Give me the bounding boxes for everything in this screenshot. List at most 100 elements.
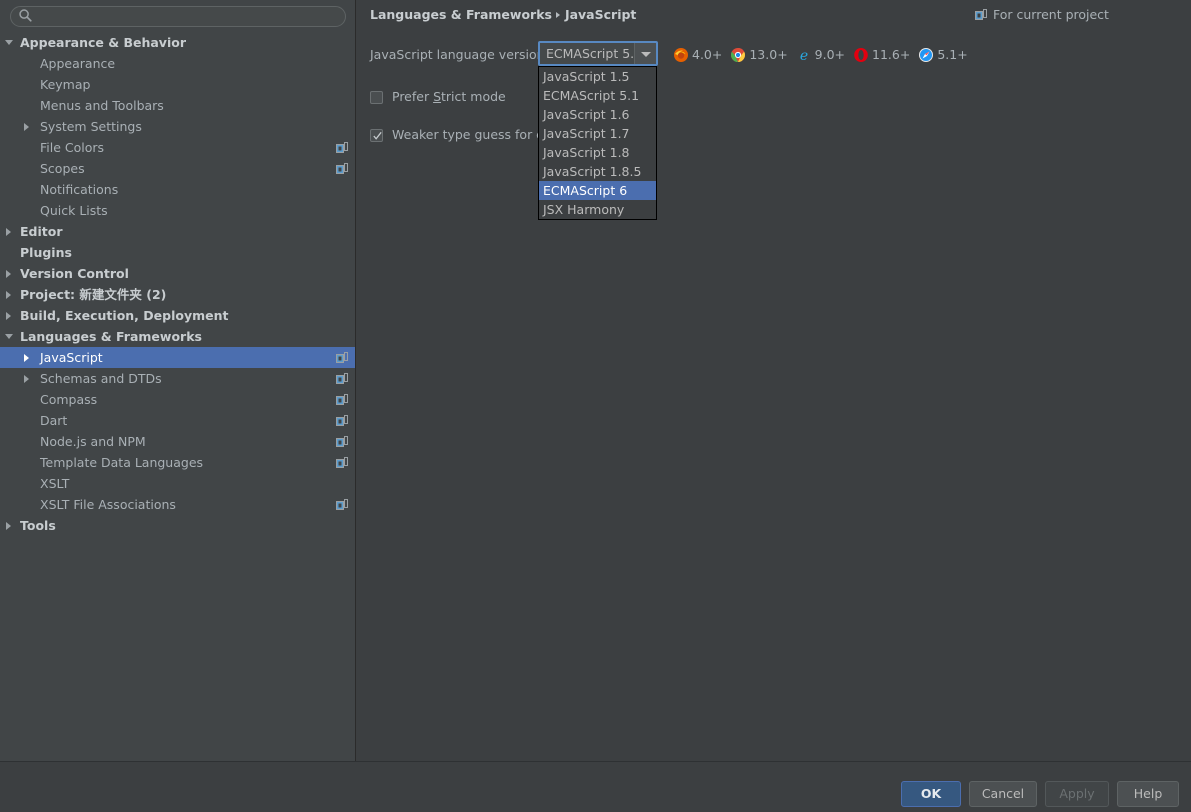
- module-icon: [336, 415, 348, 426]
- sidebar-item-dart[interactable]: Dart: [0, 410, 355, 431]
- checkmark-icon: [373, 131, 382, 140]
- sidebar-item-javascript[interactable]: JavaScript: [0, 347, 355, 368]
- chevron-right-icon[interactable]: [6, 522, 11, 530]
- dropdown-option[interactable]: JavaScript 1.7: [539, 124, 656, 143]
- browser-badge: 11.6+: [853, 44, 910, 63]
- module-icon: [336, 457, 348, 468]
- sidebar-item-label: Version Control: [20, 266, 129, 281]
- sidebar-item-editor[interactable]: Editor: [0, 221, 355, 242]
- browser-badge: 5.1+: [918, 44, 968, 63]
- sidebar-item-scopes[interactable]: Scopes: [0, 158, 355, 179]
- settings-sidebar: Appearance & Behavior Appearance Keymap Men…: [0, 0, 356, 762]
- browser-version: 11.6+: [872, 46, 911, 62]
- combobox-arrow-button[interactable]: [634, 43, 656, 64]
- sidebar-item-label: Notifications: [40, 182, 119, 197]
- chevron-right-icon[interactable]: [6, 270, 11, 278]
- dropdown-option[interactable]: JavaScript 1.8.5: [539, 162, 656, 181]
- sidebar-item-file-colors[interactable]: File Colors: [0, 137, 355, 158]
- internet-explorer-icon: e: [796, 47, 812, 64]
- browser-badge: 4.0+: [673, 44, 722, 63]
- dropdown-option[interactable]: JavaScript 1.6: [539, 105, 656, 124]
- language-version-combobox[interactable]: ECMAScript 5.1: [538, 41, 658, 66]
- module-icon: [336, 163, 348, 174]
- sidebar-item-label: Tools: [20, 518, 56, 533]
- sidebar-item-template-data-languages[interactable]: Template Data Languages: [0, 452, 355, 473]
- scope-label: For current project: [993, 7, 1109, 22]
- checkbox-label: Weaker type guess for c: [392, 127, 544, 142]
- chevron-right-icon[interactable]: [6, 228, 11, 236]
- cancel-button[interactable]: Cancel: [969, 781, 1037, 807]
- sidebar-item-appearance[interactable]: Appearance: [0, 53, 355, 74]
- search-box[interactable]: [10, 5, 346, 27]
- sidebar-item-label: Appearance: [40, 56, 116, 71]
- chrome-icon: [730, 47, 746, 63]
- chevron-right-icon[interactable]: [6, 291, 11, 299]
- language-version-dropdown-list[interactable]: JavaScript 1.5 ECMAScript 5.1 JavaScript 1…: [538, 66, 657, 220]
- sidebar-item-label: File Colors: [40, 140, 105, 155]
- browser-badge: 13.0+: [730, 44, 788, 63]
- sidebar-item-xslt-file-associations[interactable]: XSLT File Associations: [0, 494, 355, 515]
- sidebar-item-label: Build, Execution, Deployment: [20, 308, 229, 323]
- dialog-footer: OK Cancel Apply Help: [0, 762, 1191, 812]
- sidebar-item-keymap[interactable]: Keymap: [0, 74, 355, 95]
- chevron-right-icon[interactable]: [6, 312, 11, 320]
- module-icon: [336, 373, 348, 384]
- breadcrumb-root: Languages & Frameworks: [370, 7, 552, 22]
- checkbox-box[interactable]: [370, 91, 383, 104]
- sidebar-item-version-control[interactable]: Version Control: [0, 263, 355, 284]
- chevron-right-icon[interactable]: [24, 375, 29, 383]
- sidebar-item-compass[interactable]: Compass: [0, 389, 355, 410]
- dropdown-option[interactable]: JavaScript 1.5: [539, 67, 656, 86]
- chevron-down-icon: [641, 52, 651, 57]
- ok-button[interactable]: OK: [901, 781, 961, 807]
- sidebar-item-label: Scopes: [40, 161, 85, 176]
- chevron-right-icon[interactable]: [24, 354, 29, 362]
- sidebar-item-plugins[interactable]: Plugins: [0, 242, 355, 263]
- help-button[interactable]: Help: [1117, 781, 1179, 807]
- module-scope-icon: [975, 9, 987, 20]
- sidebar-item-label: Plugins: [20, 245, 72, 260]
- sidebar-item-label: Schemas and DTDs: [40, 371, 162, 386]
- chevron-down-icon[interactable]: [5, 334, 13, 339]
- sidebar-item-node-js-and-npm[interactable]: Node.js and NPM: [0, 431, 355, 452]
- sidebar-item-notifications[interactable]: Notifications: [0, 179, 355, 200]
- chevron-right-icon[interactable]: [24, 123, 29, 131]
- svg-text:e: e: [800, 48, 808, 63]
- sidebar-item-label: XSLT File Associations: [40, 497, 176, 512]
- breadcrumb-leaf: JavaScript: [564, 7, 637, 22]
- sidebar-item-appearance-behavior[interactable]: Appearance & Behavior: [0, 32, 355, 53]
- sidebar-item-xslt[interactable]: XSLT: [0, 473, 355, 494]
- sidebar-item-quick-lists[interactable]: Quick Lists: [0, 200, 355, 221]
- dropdown-option[interactable]: ECMAScript 5.1: [539, 86, 656, 105]
- dropdown-option[interactable]: JSX Harmony: [539, 200, 656, 219]
- sidebar-item-label: Keymap: [40, 77, 91, 92]
- browser-version: 9.0+: [814, 46, 846, 62]
- sidebar-item-tools[interactable]: Tools: [0, 515, 355, 536]
- sidebar-item-languages-frameworks[interactable]: Languages & Frameworks: [0, 326, 355, 347]
- search-input[interactable]: [10, 5, 346, 27]
- sidebar-item-menus-and-toolbars[interactable]: Menus and Toolbars: [0, 95, 355, 116]
- apply-button: Apply: [1045, 781, 1109, 807]
- sidebar-item-label: Editor: [20, 224, 63, 239]
- sidebar-item-label: System Settings: [40, 119, 142, 134]
- sidebar-item-schemas-and-dtds[interactable]: Schemas and DTDs: [0, 368, 355, 389]
- chevron-down-icon[interactable]: [5, 40, 13, 45]
- checkbox-label: Prefer Strict mode: [392, 89, 506, 104]
- browser-version: 13.0+: [749, 46, 788, 62]
- chevron-right-icon: [555, 12, 560, 18]
- module-icon: [336, 352, 348, 363]
- module-icon: [336, 142, 348, 153]
- checkbox-box[interactable]: [370, 129, 383, 142]
- sidebar-item-build-execution-deployment[interactable]: Build, Execution, Deployment: [0, 305, 355, 326]
- settings-tree[interactable]: Appearance & Behavior Appearance Keymap Men…: [0, 32, 355, 752]
- sidebar-item-label: Compass: [40, 392, 98, 407]
- sidebar-item-system-settings[interactable]: System Settings: [0, 116, 355, 137]
- dropdown-option[interactable]: ECMAScript 6: [539, 181, 656, 200]
- module-icon: [336, 499, 348, 510]
- settings-main-panel: Languages & Frameworks JavaScript For cur…: [357, 0, 1191, 762]
- language-version-value: ECMAScript 5.1: [546, 46, 643, 61]
- sidebar-item-project-2[interactable]: Project: 新建文件夹 (2): [0, 284, 355, 305]
- dropdown-option[interactable]: JavaScript 1.8: [539, 143, 656, 162]
- module-icon: [336, 394, 348, 405]
- sidebar-item-label: Languages & Frameworks: [20, 329, 202, 344]
